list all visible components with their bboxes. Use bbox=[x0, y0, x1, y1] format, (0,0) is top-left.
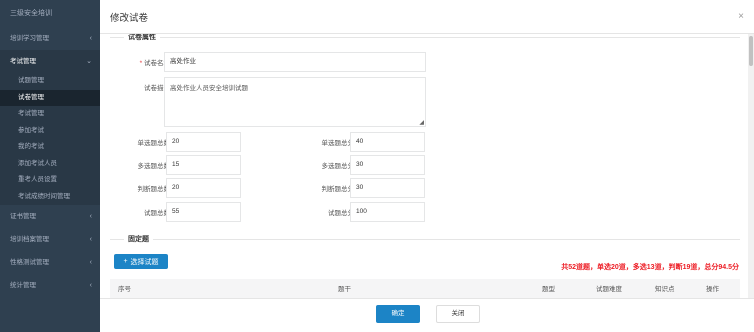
paper-desc-textarea[interactable]: 高处作业人员安全培训试题 ◢ bbox=[164, 77, 426, 127]
question-summary: 共52道题，单选20道，多选13道，判断19道，总分94.5分 bbox=[561, 264, 739, 271]
nav-certificate[interactable]: 证书管理 ‹ bbox=[0, 205, 100, 228]
section-title: 试卷属性 bbox=[124, 34, 160, 42]
scrollbar-thumb[interactable] bbox=[749, 36, 753, 66]
total-score-input[interactable]: 100 bbox=[350, 202, 425, 222]
resize-handle-icon[interactable]: ◢ bbox=[419, 119, 424, 126]
sub-item-paper-mgmt[interactable]: 试卷管理 bbox=[0, 89, 100, 106]
sub-item-my-exams[interactable]: 我的考试 bbox=[0, 139, 100, 156]
nav-exam-management[interactable]: 考试管理 ⌄ bbox=[0, 50, 100, 73]
nav-label: 性格测试管理 bbox=[10, 259, 49, 266]
plus-icon: + bbox=[123, 258, 128, 265]
sub-item-score-time-mgmt[interactable]: 考试成绩时间管理 bbox=[0, 189, 100, 206]
required-mark: * bbox=[139, 60, 143, 67]
judge-count-label: 判断题总数 bbox=[137, 186, 171, 193]
sub-item-add-examinee[interactable]: 添加考试人员 bbox=[0, 156, 100, 173]
judge-score-input[interactable]: 30 bbox=[350, 178, 425, 198]
modal-header: 修改试卷 × bbox=[100, 0, 754, 34]
multi-score-input[interactable]: 30 bbox=[350, 155, 425, 175]
nav-label: 培训档案管理 bbox=[10, 236, 49, 243]
modal-scrollbar[interactable] bbox=[748, 34, 754, 298]
chevron-left-icon: ‹ bbox=[89, 259, 92, 266]
multi-count-label: 多选题总数 bbox=[137, 163, 171, 170]
judge-count-input[interactable]: 20 bbox=[166, 178, 241, 198]
col-stem: 题干 bbox=[338, 286, 351, 293]
col-difficulty: 试题难度 bbox=[596, 286, 622, 293]
chevron-left-icon: ‹ bbox=[89, 236, 92, 243]
chevron-left-icon: ‹ bbox=[89, 282, 92, 289]
divider bbox=[110, 239, 740, 240]
col-knowledge: 知识点 bbox=[655, 286, 675, 293]
section-fixed-questions: 固定题 bbox=[110, 234, 740, 244]
nav-training-archive[interactable]: 培训档案管理 ‹ bbox=[0, 228, 100, 251]
nav-label: 证书管理 bbox=[10, 213, 36, 220]
chevron-left-icon: ‹ bbox=[89, 213, 92, 220]
nav-statistics[interactable]: 统计管理 ‹ bbox=[0, 274, 100, 297]
sub-item-question-mgmt[interactable]: 试题管理 bbox=[0, 73, 100, 90]
sidebar: 三级安全培训 培训学习管理 ‹ 考试管理 ⌄ 试题管理 试卷管理 考试管理 参加… bbox=[0, 0, 100, 332]
nav-label: 培训学习管理 bbox=[10, 35, 49, 42]
textarea-value: 高处作业人员安全培训试题 bbox=[170, 85, 248, 92]
close-button[interactable]: 关闭 bbox=[436, 305, 480, 323]
col-actions: 操作 bbox=[706, 286, 719, 293]
total-count-input[interactable]: 55 bbox=[166, 202, 241, 222]
nav-label: 考试管理 bbox=[10, 58, 36, 65]
multi-score-label: 多选题总分 bbox=[321, 163, 355, 170]
paper-name-label: * 试卷名称 bbox=[110, 57, 170, 67]
button-label: 选择试题 bbox=[130, 258, 159, 266]
modal-footer: 确定 关闭 bbox=[100, 298, 754, 332]
divider bbox=[110, 37, 740, 38]
section-title: 固定题 bbox=[124, 234, 153, 244]
paper-desc-label: 试卷描述 bbox=[144, 85, 170, 92]
judge-score-label: 判断题总分 bbox=[321, 186, 355, 193]
nav-label: 统计管理 bbox=[10, 282, 36, 289]
select-questions-button[interactable]: + 选择试题 bbox=[114, 254, 168, 269]
paper-name-input[interactable]: 高处作业 bbox=[164, 52, 426, 72]
section-paper-attributes: 试卷属性 bbox=[110, 34, 740, 42]
chevron-down-icon: ⌄ bbox=[86, 58, 92, 65]
confirm-button[interactable]: 确定 bbox=[376, 305, 420, 323]
brand-title: 三级安全培训 bbox=[10, 10, 52, 17]
modal-title: 修改试卷 bbox=[110, 12, 149, 24]
nav-personality-test[interactable]: 性格测试管理 ‹ bbox=[0, 251, 100, 274]
modal-body: 试卷属性 * 试卷名称 高处作业 试卷描述 高处作业人员安全培训试题 ◢ 单选题… bbox=[100, 34, 754, 298]
questions-table-header: 序号 题干 题型 试题难度 知识点 操作 bbox=[110, 279, 740, 298]
chevron-left-icon: ‹ bbox=[89, 35, 92, 42]
total-score-label: 试题总分 bbox=[328, 210, 354, 217]
col-index: 序号 bbox=[118, 286, 131, 293]
col-type: 题型 bbox=[542, 286, 555, 293]
close-icon[interactable]: × bbox=[738, 11, 744, 22]
edit-paper-modal: 修改试卷 × 试卷属性 * 试卷名称 高处作业 试卷描述 高处作业人员安全培训试… bbox=[100, 0, 754, 332]
single-score-label: 单选题总分 bbox=[321, 140, 355, 147]
nav-training-study[interactable]: 培训学习管理 ‹ bbox=[0, 27, 100, 50]
total-count-label: 试题总数 bbox=[144, 210, 170, 217]
sub-item-exam-mgmt[interactable]: 考试管理 bbox=[0, 106, 100, 123]
exam-submenu: 试题管理 试卷管理 考试管理 参加考试 我的考试 添加考试人员 重考人员设置 考… bbox=[0, 73, 100, 205]
sub-item-take-exam[interactable]: 参加考试 bbox=[0, 123, 100, 140]
single-score-input[interactable]: 40 bbox=[350, 132, 425, 152]
sub-item-retake-setting[interactable]: 重考人员设置 bbox=[0, 172, 100, 189]
multi-count-input[interactable]: 15 bbox=[166, 155, 241, 175]
single-count-label: 单选题总数 bbox=[137, 140, 171, 147]
single-count-input[interactable]: 20 bbox=[166, 132, 241, 152]
